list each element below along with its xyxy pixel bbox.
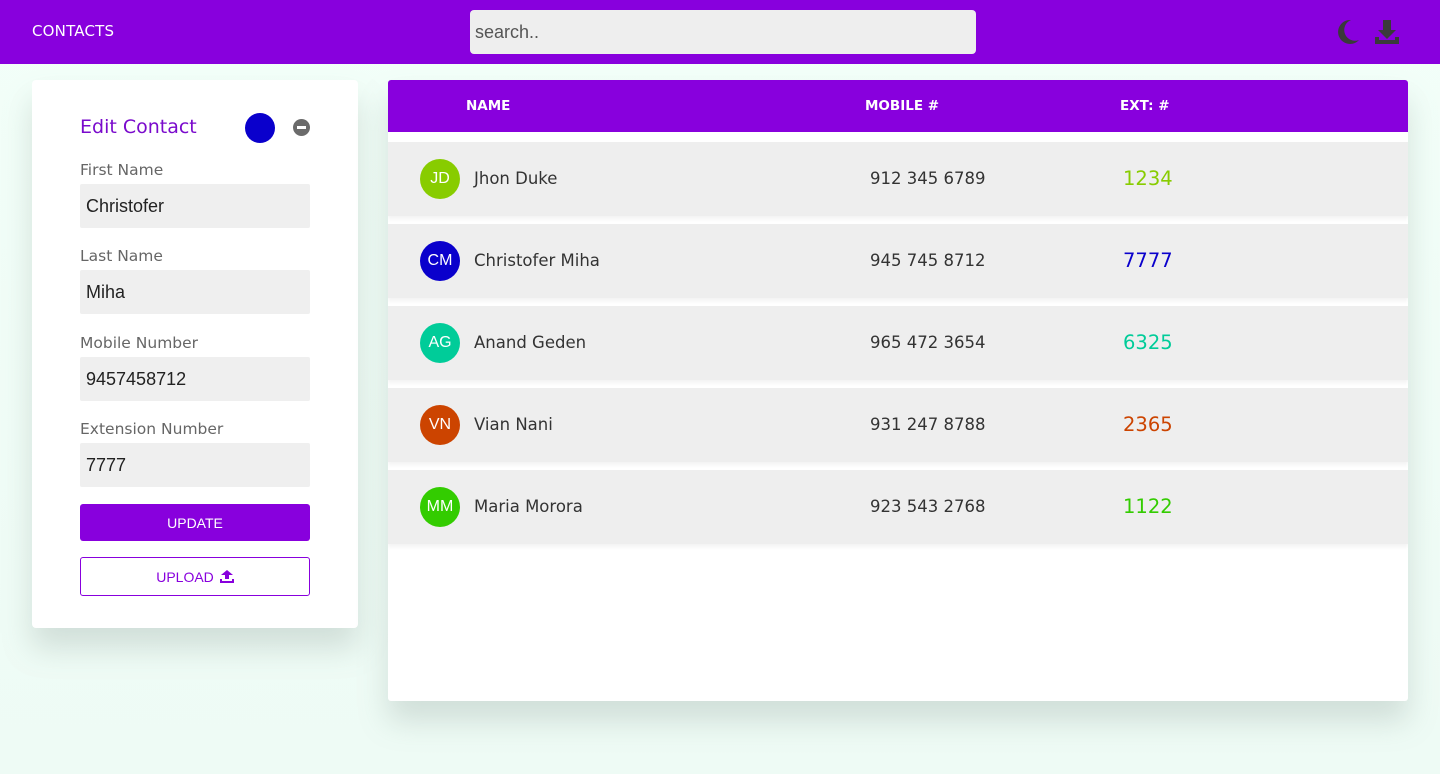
upload-icon: [219, 570, 234, 583]
column-header-ext: EXT: #: [1120, 98, 1170, 114]
table-row[interactable]: AG Anand Geden 965 472 3654 6325: [388, 306, 1408, 380]
last-name-field[interactable]: [80, 270, 310, 314]
contact-name: Anand Geden: [474, 333, 587, 352]
contact-ext: 6325: [1123, 331, 1173, 354]
extension-number-field[interactable]: [80, 443, 310, 487]
contact-mobile: 965 472 3654: [870, 333, 986, 352]
search-input[interactable]: [470, 10, 976, 54]
upload-button-label: UPLOAD: [156, 568, 214, 585]
mobile-number-field[interactable]: [80, 357, 310, 401]
contact-name: Maria Morora: [474, 497, 583, 516]
mobile-number-label: Mobile Number: [80, 334, 199, 352]
first-name-label: First Name: [80, 161, 164, 179]
minus-circle-icon[interactable]: [293, 119, 310, 136]
edit-contact-panel: Edit Contact First Name Last Name Mobile…: [32, 80, 358, 628]
contact-name: Christofer Miha: [474, 251, 600, 270]
contact-name: Vian Nani: [474, 415, 553, 434]
table-header: NAME MOBILE # EXT: #: [388, 80, 1408, 132]
contact-mobile: 931 247 8788: [870, 415, 986, 434]
download-icon[interactable]: [1374, 18, 1400, 46]
contact-ext: 1234: [1123, 167, 1173, 190]
contact-name: Jhon Duke: [474, 169, 558, 188]
table-row[interactable]: CM Christofer Miha 945 745 8712 7777: [388, 224, 1408, 298]
color-picker[interactable]: [245, 113, 275, 143]
upload-button[interactable]: UPLOAD: [80, 557, 310, 596]
column-header-mobile: MOBILE #: [865, 98, 940, 114]
contact-mobile: 923 543 2768: [870, 497, 986, 516]
avatar: CM: [420, 241, 460, 281]
first-name-field[interactable]: [80, 184, 310, 228]
avatar: MM: [420, 487, 460, 527]
last-name-label: Last Name: [80, 247, 163, 265]
contact-ext: 1122: [1123, 495, 1173, 518]
contact-ext: 7777: [1123, 249, 1173, 272]
edit-panel-title: Edit Contact: [80, 116, 197, 138]
column-header-name: NAME: [466, 98, 511, 114]
avatar: VN: [420, 405, 460, 445]
table-row[interactable]: MM Maria Morora 923 543 2768 1122: [388, 470, 1408, 544]
contacts-table: NAME MOBILE # EXT: # JD Jhon Duke 912 34…: [388, 80, 1408, 701]
avatar: AG: [420, 323, 460, 363]
update-button[interactable]: UPDATE: [80, 504, 310, 541]
contact-mobile: 912 345 6789: [870, 169, 986, 188]
table-row[interactable]: JD Jhon Duke 912 345 6789 1234: [388, 142, 1408, 216]
moon-icon[interactable]: [1334, 18, 1360, 46]
table-row[interactable]: VN Vian Nani 931 247 8788 2365: [388, 388, 1408, 462]
avatar: JD: [420, 159, 460, 199]
app-title: CONTACTS: [32, 22, 115, 40]
contact-ext: 2365: [1123, 413, 1173, 436]
contact-mobile: 945 745 8712: [870, 251, 986, 270]
extension-number-label: Extension Number: [80, 420, 224, 438]
top-bar: CONTACTS: [0, 0, 1440, 64]
